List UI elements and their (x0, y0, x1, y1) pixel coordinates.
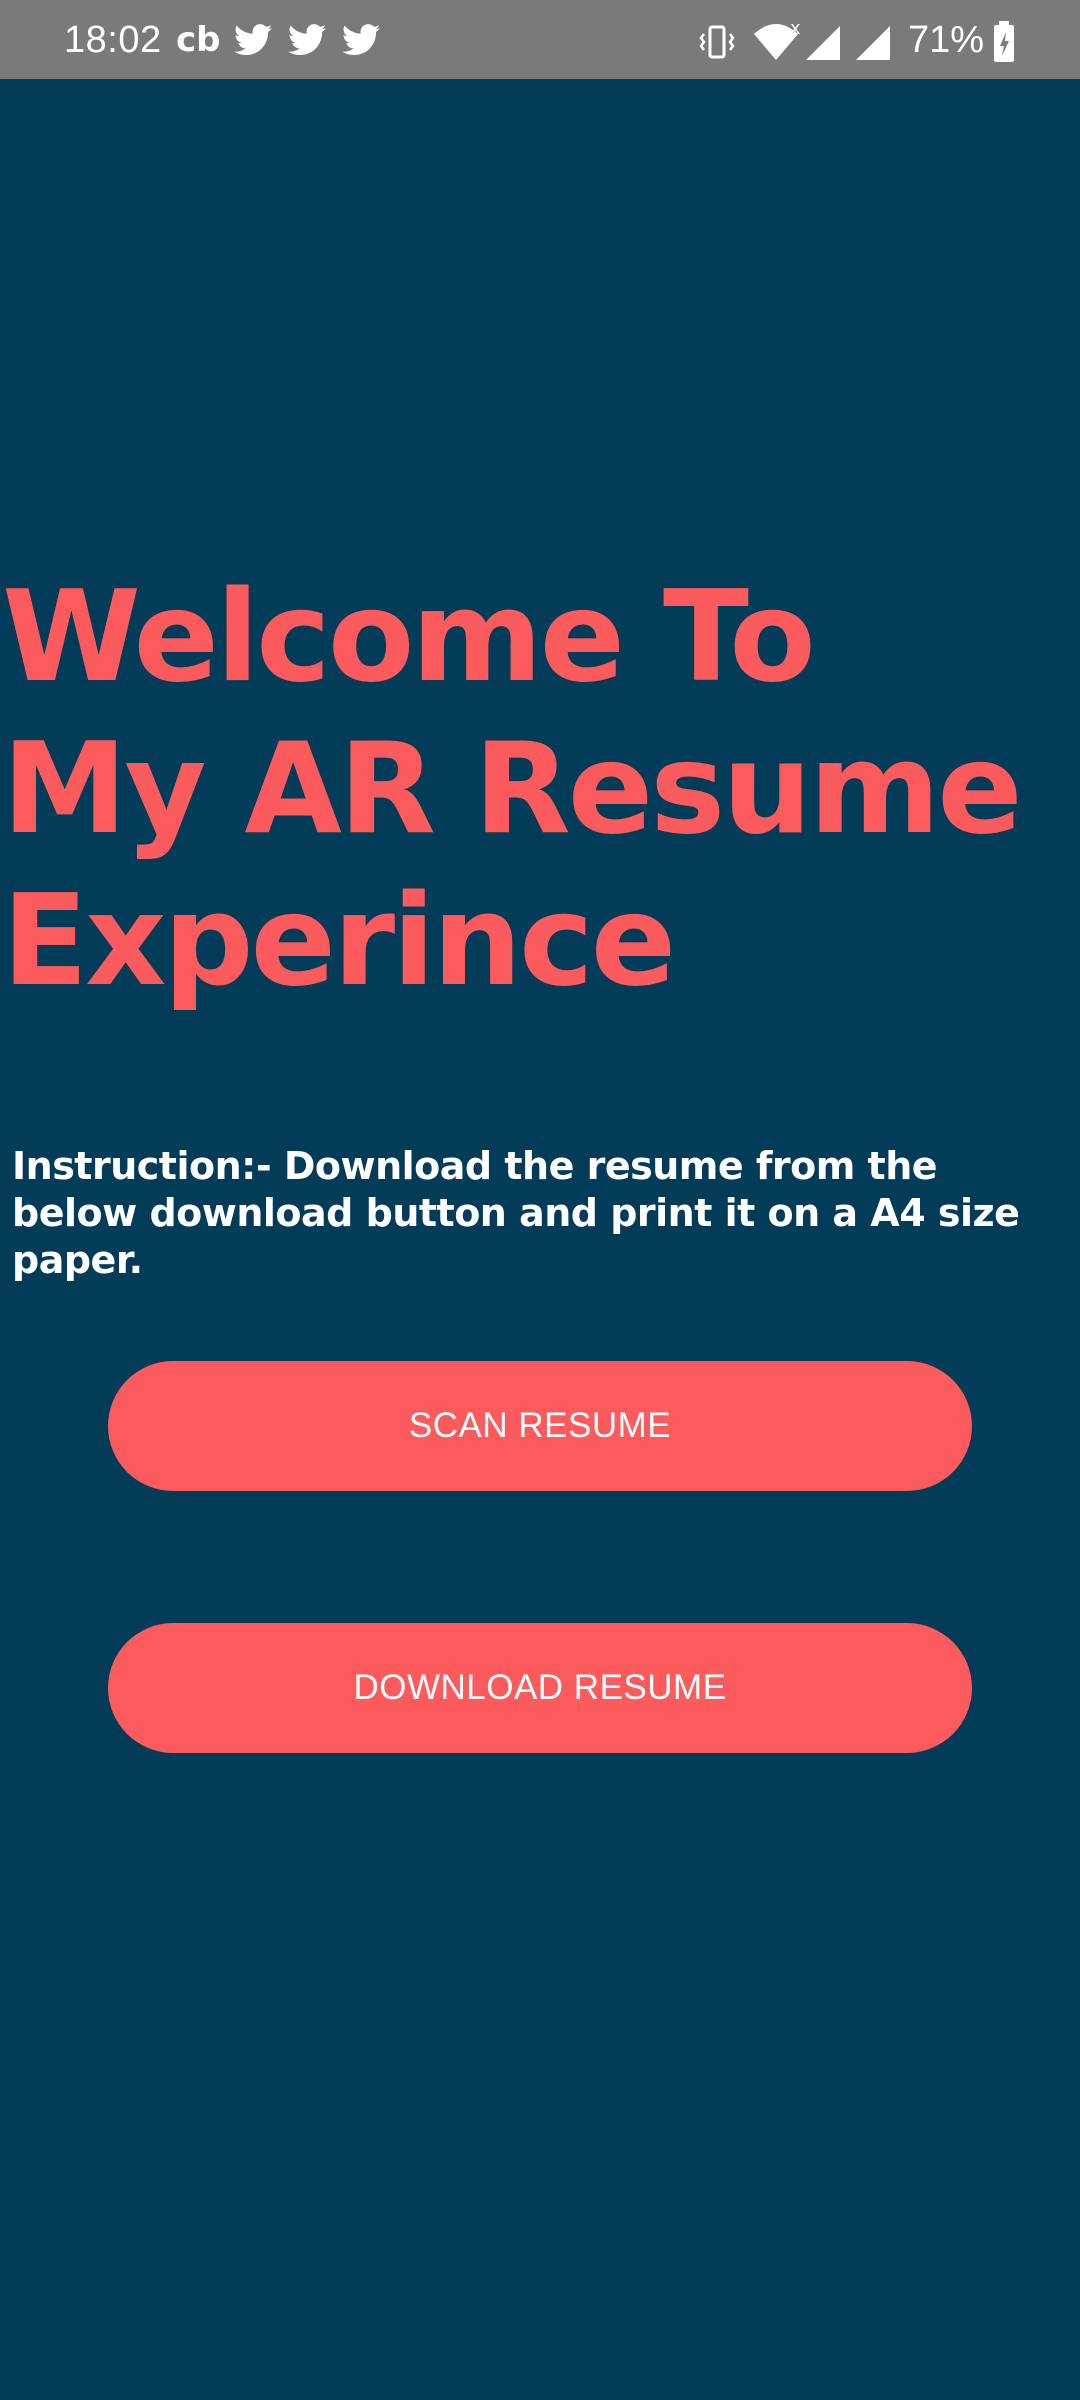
battery-charging-icon (992, 20, 1016, 69)
twitter-icon (288, 24, 326, 61)
wifi-badge: x (790, 20, 801, 39)
twitter-icon (342, 24, 380, 61)
battery-percent: 71% (908, 19, 985, 61)
status-bar: 18:02 cb x 71% (0, 0, 1080, 79)
wifi-icon: x (752, 18, 804, 69)
download-resume-button[interactable]: DOWNLOAD RESUME (108, 1623, 972, 1753)
welcome-title: Welcome To My AR Resume Experince (2, 563, 1023, 1014)
twitter-icon (234, 24, 272, 61)
signal-icon (804, 24, 842, 67)
instruction-text: Instruction:- Download the resume from t… (12, 1144, 1020, 1282)
vibrate-icon (698, 24, 736, 65)
signal-icon (854, 24, 892, 67)
cb-icon: cb (176, 18, 221, 63)
status-time: 18:02 (64, 19, 162, 61)
cb-icon-text: cb (176, 20, 220, 58)
scan-resume-button[interactable]: SCAN RESUME (108, 1361, 972, 1491)
